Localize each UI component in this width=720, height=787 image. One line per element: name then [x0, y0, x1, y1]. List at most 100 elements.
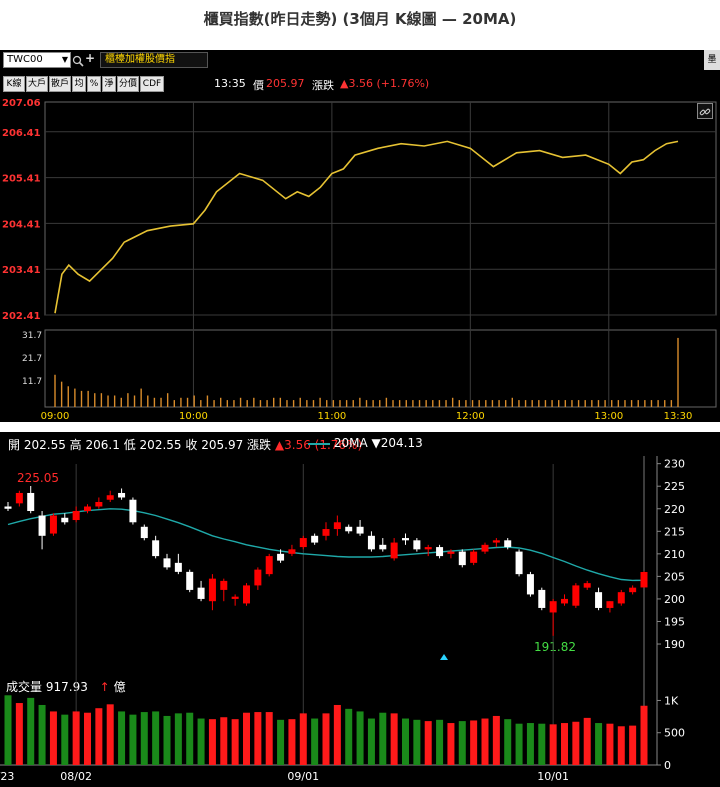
candle-body — [27, 492, 35, 512]
candle-body — [481, 544, 489, 552]
volume-bar — [640, 705, 648, 765]
volume-bar — [526, 723, 534, 765]
price-axis-label: 215 — [664, 525, 685, 538]
daily-chart-svg: 230 225 220 215 210 205 200 195 190 7/23 08/02 09/0… — [0, 456, 685, 783]
volume-bar — [174, 713, 182, 765]
date-tick-label: 7/23 — [0, 770, 14, 783]
candle-body — [208, 578, 216, 602]
candle-body — [61, 517, 69, 523]
candle-body — [288, 549, 296, 554]
price-tick-label: 204.41 — [2, 219, 41, 230]
candle-body — [84, 506, 91, 512]
candle-body — [322, 529, 330, 536]
volume-bar — [561, 723, 568, 765]
volume-axis-label: 0 — [664, 759, 671, 772]
volume-bar — [243, 712, 250, 765]
volume-bar — [379, 712, 387, 765]
candle-body — [424, 547, 432, 550]
candle-body — [572, 585, 580, 606]
time-tick-label: 09:00 — [41, 411, 70, 422]
price-plot-frame — [44, 101, 717, 316]
price-axis-label: 195 — [664, 615, 685, 628]
volume-bar — [470, 720, 478, 765]
volume-bar — [299, 713, 307, 765]
price-axis-label: 210 — [664, 548, 685, 561]
volume-bar — [84, 712, 91, 765]
candle-body — [265, 556, 273, 575]
volume-bar — [402, 718, 409, 765]
volume-plot-frame — [44, 329, 717, 408]
candle-body — [492, 540, 500, 543]
candle-body — [367, 535, 375, 550]
price-tick-label: 206.41 — [2, 128, 41, 139]
volume-bar — [163, 715, 171, 765]
candle-body — [606, 601, 614, 608]
candle-body — [629, 587, 637, 593]
volume-bar — [504, 719, 512, 765]
price-line — [54, 140, 679, 314]
candle-body — [254, 569, 262, 586]
candle-body — [549, 601, 557, 613]
price-tick-label: 205.41 — [2, 174, 41, 185]
volume-tick-label: 21.7 — [22, 354, 42, 364]
volume-bar — [186, 712, 194, 765]
time-tick-label: 13:30 — [664, 411, 693, 422]
volume-bar — [538, 723, 546, 765]
volume-bar — [95, 708, 103, 765]
candle-body — [277, 553, 285, 561]
volume-bar — [311, 718, 319, 765]
candle-body — [504, 540, 512, 548]
candle-body — [447, 551, 455, 554]
volume-bar — [61, 714, 69, 765]
time-tick-label: 11:00 — [317, 411, 346, 422]
price-axis-label: 190 — [664, 638, 685, 651]
candle-body — [356, 526, 364, 534]
volume-bar — [288, 719, 296, 765]
volume-bar — [4, 695, 12, 765]
volume-bar — [617, 726, 625, 765]
date-tick-label: 10/01 — [537, 770, 569, 783]
candle-body — [140, 526, 148, 539]
candle-body — [152, 540, 160, 557]
volume-axis-label: 500 — [664, 727, 685, 740]
date-tick-label: 08/02 — [60, 770, 92, 783]
price-tick-label: 202.41 — [2, 311, 41, 322]
volume-bar — [140, 712, 148, 765]
volume-bar — [106, 704, 114, 765]
price-axis-label: 220 — [664, 503, 685, 516]
volume-bar — [118, 711, 126, 765]
volume-bar — [390, 713, 398, 765]
candle-body — [174, 562, 182, 572]
volume-bar — [515, 723, 523, 765]
volume-bar — [595, 723, 603, 765]
candle-body — [640, 572, 648, 588]
volume-bar — [49, 711, 57, 765]
intraday-chart-panel: TWC00 ▼ + 櫃檯加權股價指 墨 K線 大戶 散戶均% 淨分價 CDF 13:35… — [0, 50, 720, 422]
candle-body — [129, 499, 137, 523]
volume-tick-label: 11.7 — [22, 377, 42, 387]
candle-body — [538, 589, 546, 608]
volume-bar — [447, 723, 455, 765]
volume-bar — [277, 719, 285, 765]
volume-bar — [424, 721, 432, 765]
price-tick-label: 203.41 — [2, 265, 41, 276]
candle-body — [526, 574, 534, 595]
candle-body — [561, 598, 568, 604]
daily-k-chart-panel: 開 202.55 高 206.1 低 202.55 收 205.97 漲跌 ▲3… — [0, 432, 720, 787]
candle-body — [72, 511, 80, 521]
candle-body — [163, 558, 171, 568]
volume-bar — [27, 697, 35, 765]
volume-bar — [333, 704, 341, 765]
intraday-chart-svg: 207.06 206.41 205.41 204.41 203.41 202.41 09:0… — [2, 98, 717, 422]
volume-bar — [254, 712, 262, 765]
candle-body — [333, 522, 341, 530]
volume-bar — [549, 724, 557, 765]
candle-body — [38, 515, 46, 536]
candle-body — [299, 538, 307, 548]
candle-body — [311, 535, 319, 543]
volume-bar — [356, 711, 364, 765]
candle-body — [4, 506, 12, 509]
volume-bar — [208, 719, 216, 765]
volume-bar — [492, 715, 500, 765]
candle-body — [220, 580, 228, 590]
